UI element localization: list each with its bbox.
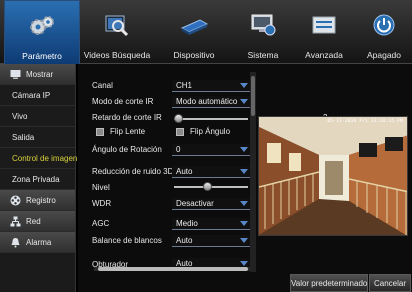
tab-label: Apagado xyxy=(366,50,402,60)
balance-value: Auto xyxy=(176,236,193,245)
rotacion-label: Ángulo de Rotación xyxy=(92,145,162,154)
magnifier-video-icon xyxy=(105,15,129,37)
flip-angulo-checkbox[interactable] xyxy=(176,128,184,136)
tab-parametro[interactable]: Parámetro xyxy=(4,0,80,64)
tab-label: Videos Búsqueda xyxy=(83,50,151,60)
cancel-button[interactable]: Cancelar xyxy=(369,274,411,292)
sidebar-item-salida[interactable]: Salida xyxy=(0,127,75,148)
modo-corte-label: Modo de corte IR xyxy=(92,97,154,106)
agc-value: Medio xyxy=(176,219,198,228)
sidebar-item-zona-privada[interactable]: Zona Privada xyxy=(0,169,75,190)
dropdown-arrow-icon xyxy=(240,201,248,206)
sidebar-group-registro[interactable]: Registro xyxy=(0,190,75,211)
slider-knob[interactable] xyxy=(203,182,213,191)
sidebar-group-label: Red xyxy=(26,217,41,226)
sidebar-group-label: Registro xyxy=(26,196,56,205)
tab-label: Parámetro xyxy=(22,51,62,61)
sidebar: Mostrar Cámara IP Vivo Salida Control de… xyxy=(0,64,77,292)
camera-preview-image xyxy=(259,117,407,235)
slider-knob[interactable] xyxy=(173,114,183,123)
preview-timestamp: 05-11-2018 Fri 13:28:15 PM xyxy=(327,119,403,124)
hard-disk-icon xyxy=(180,19,208,35)
vertical-scrollbar[interactable] xyxy=(250,72,256,272)
power-icon xyxy=(373,14,395,36)
tab-apagado[interactable]: Apagado xyxy=(356,0,412,64)
top-tab-bar: Parámetro Videos Búsqueda Dispositivo Si… xyxy=(0,0,412,64)
flip-angulo-label: Flip Ángulo xyxy=(190,127,231,136)
network-icon xyxy=(10,216,21,227)
monitor-icon xyxy=(10,70,21,79)
wdr-label: WDR xyxy=(92,199,112,208)
scrollbar-thumb[interactable] xyxy=(98,267,248,271)
nivel-slider[interactable] xyxy=(174,182,248,191)
alarm-bell-icon xyxy=(11,238,20,248)
dropdown-arrow-icon xyxy=(240,83,248,88)
tab-label: Dispositivo xyxy=(173,50,215,60)
canal-value: CH1 xyxy=(176,81,193,90)
nivel-label: Nivel xyxy=(92,183,110,192)
rotacion-value: 0 xyxy=(176,145,181,154)
modo-corte-dropdown[interactable]: Modo automático xyxy=(172,96,250,108)
sidebar-group-mostrar[interactable]: Mostrar xyxy=(0,64,75,85)
monitor-settings-icon xyxy=(251,14,276,36)
gears-icon xyxy=(30,16,54,35)
ruido-label: Reducción de ruido 3D xyxy=(92,167,174,176)
agc-label: AGC xyxy=(92,219,110,228)
default-button[interactable]: Valor predeterminado xyxy=(290,274,368,292)
sidebar-item-camara-ip[interactable]: Cámara IP xyxy=(0,85,75,106)
sidebar-item-vivo[interactable]: Vivo xyxy=(0,106,75,127)
sidebar-group-label: Alarma xyxy=(26,238,52,247)
tab-sistema[interactable]: Sistema xyxy=(234,0,292,64)
dropdown-arrow-icon xyxy=(240,261,248,266)
tab-avanzada[interactable]: Avanzada xyxy=(292,0,356,64)
tab-dispositivo[interactable]: Dispositivo xyxy=(154,0,234,64)
dropdown-arrow-icon xyxy=(240,221,248,226)
dropdown-arrow-icon xyxy=(240,169,248,174)
retardo-label: Retardo de corte IR xyxy=(92,113,162,122)
sidebar-group-red[interactable]: Red xyxy=(0,211,75,232)
sidebar-item-control-imagen[interactable]: Control de imagen xyxy=(0,148,77,169)
film-reel-icon xyxy=(10,195,21,206)
sidebar-group-label: Mostrar xyxy=(26,70,54,79)
dropdown-arrow-icon xyxy=(240,238,248,243)
wdr-dropdown[interactable]: Desactivar xyxy=(172,198,250,210)
canal-dropdown[interactable]: CH1 xyxy=(172,80,250,92)
balance-label: Balance de blancos xyxy=(92,236,162,245)
tab-label: Avanzada xyxy=(305,50,343,60)
horizontal-scrollbar[interactable] xyxy=(94,267,252,271)
dropdown-arrow-icon xyxy=(240,147,248,152)
advanced-panel-icon xyxy=(312,16,336,34)
ruido-dropdown[interactable]: Auto xyxy=(172,166,250,178)
dropdown-arrow-icon xyxy=(240,99,248,104)
balance-dropdown[interactable]: Auto xyxy=(172,235,250,247)
retardo-slider[interactable] xyxy=(173,114,248,123)
sidebar-group-alarma[interactable]: Alarma xyxy=(0,232,75,253)
tab-label: Sistema xyxy=(247,50,279,60)
rotacion-dropdown[interactable]: 0 xyxy=(172,144,250,156)
modo-corte-value: Modo automático xyxy=(176,97,238,106)
ruido-value: Auto xyxy=(176,167,193,176)
canal-label: Canal xyxy=(92,81,113,90)
flip-lente-label: Flip Lente xyxy=(110,127,146,136)
flip-lente-checkbox[interactable] xyxy=(96,128,104,136)
tab-videos-busqueda[interactable]: Videos Búsqueda xyxy=(80,0,154,64)
wdr-value: Desactivar xyxy=(176,199,214,208)
scrollbar-thumb[interactable] xyxy=(251,76,255,116)
agc-dropdown[interactable]: Medio xyxy=(172,218,250,230)
camera-preview: 05-11-2018 Fri 13:28:15 PM xyxy=(258,116,408,236)
